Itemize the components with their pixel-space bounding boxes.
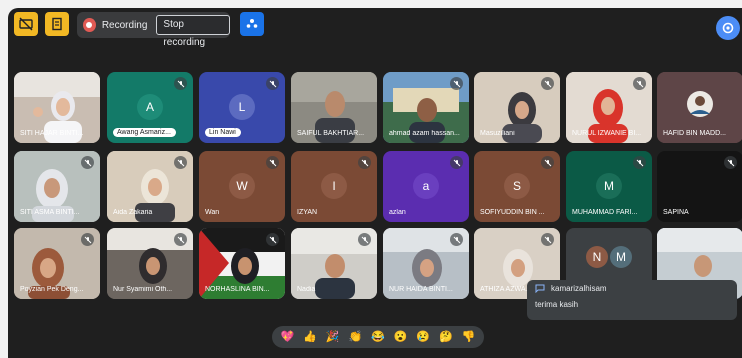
mic-off-icon (724, 156, 737, 169)
mic-off-icon (541, 77, 554, 90)
thinking-reaction-button[interactable]: 🤔 (439, 331, 453, 343)
participant-name: SAPINA (663, 209, 689, 216)
participant-tile[interactable]: Nadia (291, 228, 377, 299)
participant-name: NURUL IZWANIE BI... (572, 130, 642, 137)
participant-avatar: S (504, 173, 530, 199)
mic-off-icon (81, 156, 94, 169)
party-reaction-button[interactable]: 🎉 (326, 331, 340, 343)
thumbs-down-reaction-button[interactable]: 👎 (462, 331, 476, 343)
participant-avatar: L (229, 94, 255, 120)
mic-off-icon (358, 233, 371, 246)
participant-name: SOFIYUDDIN BIN ... (480, 209, 545, 216)
participant-avatar: W (229, 173, 255, 199)
participant-name: Wan (205, 209, 220, 216)
document-icon (52, 17, 62, 31)
mic-off-icon (266, 156, 279, 169)
participant-name: Poyzian Pek Deng... (20, 286, 84, 293)
reactions-bar: 💖 👍 🎉 👏 😂 😮 😢 🤔 👎 (272, 326, 484, 348)
chat-icon (535, 284, 545, 293)
participant-tile[interactable]: Masuziliani (474, 72, 560, 143)
mic-off-icon (174, 233, 187, 246)
mic-off-icon (450, 233, 463, 246)
participant-name: Lin Nawi (205, 128, 241, 137)
stop-recording-button[interactable]: Stop recording (156, 15, 230, 48)
participant-tile[interactable]: ahmad azam hassan... (383, 72, 469, 143)
mic-off-icon (266, 233, 279, 246)
participant-name: IZYAN (297, 209, 318, 216)
participant-tile[interactable]: A Awang Asmariz... (107, 72, 193, 143)
participant-name: Nur Syamimi Oth... (113, 286, 173, 293)
surprised-reaction-button[interactable]: 😮 (394, 331, 408, 343)
sad-reaction-button[interactable]: 😢 (416, 331, 430, 343)
participant-tile[interactable]: Nur Syamimi Oth... (107, 228, 193, 299)
participant-name: Awang Asmariz... (113, 128, 176, 137)
recording-label: Recording (101, 19, 148, 31)
participant-tile[interactable]: NORHASLINA BIN... (199, 228, 285, 299)
participant-tile[interactable]: NUR HAIDA BINTI... (383, 228, 469, 299)
captions-off-icon (19, 17, 33, 31)
lock-meeting-button[interactable] (45, 12, 69, 36)
mic-off-icon (358, 156, 371, 169)
participant-avatar: M (610, 246, 632, 268)
participant-tile[interactable]: Poyzian Pek Deng... (14, 228, 100, 299)
participant-avatar: I (321, 173, 347, 199)
participant-avatar: N (586, 246, 608, 268)
participant-name: SITI HAJAR BINTI... (20, 130, 84, 137)
participant-tile[interactable]: Aida Zakaria (107, 151, 193, 222)
people-icon (246, 19, 258, 28)
clap-reaction-button[interactable]: 👏 (348, 331, 362, 343)
participant-tile[interactable]: I IZYAN (291, 151, 377, 222)
mic-off-icon (81, 233, 94, 246)
participant-name: SAIFUL BAKHTIAR... (297, 130, 365, 137)
mic-off-icon (450, 156, 463, 169)
mic-off-icon (174, 156, 187, 169)
mic-off-icon (266, 77, 279, 90)
participant-tile[interactable]: NURUL IZWANIE BI... (566, 72, 652, 143)
chat-sender: kamarizalhisam (551, 284, 607, 293)
participant-tile[interactable]: L Lin Nawi (199, 72, 285, 143)
participant-name: Nadia (297, 286, 316, 293)
laugh-reaction-button[interactable]: 😂 (371, 331, 385, 343)
mic-off-icon (633, 156, 646, 169)
participant-name: azlan (389, 209, 406, 216)
participant-tile[interactable]: a azlan (383, 151, 469, 222)
mic-off-icon (541, 233, 554, 246)
thumbs-up-reaction-button[interactable]: 👍 (303, 331, 317, 343)
participant-avatar: a (413, 173, 439, 199)
activities-button[interactable] (716, 16, 740, 40)
participant-name: Aida Zakaria (113, 209, 153, 216)
recording-dot-icon (83, 18, 96, 32)
participant-avatar: A (137, 94, 163, 120)
chat-message: terima kasih (535, 300, 579, 309)
participant-tile[interactable]: SITI HAJAR BINTI... (14, 72, 100, 143)
participant-tile[interactable]: SAPINA (657, 151, 742, 222)
mic-off-icon (633, 77, 646, 90)
participant-name: MUHAMMAD FARI... (572, 209, 638, 216)
mic-off-icon (450, 77, 463, 90)
mic-off-icon (174, 77, 187, 90)
participant-tile[interactable]: HAFID BIN MADD... (657, 72, 742, 143)
participant-tile[interactable]: W Wan (199, 151, 285, 222)
participant-tile[interactable]: SAIFUL BAKHTIAR... (291, 72, 377, 143)
recording-indicator: Recording Stop recording (77, 12, 230, 48)
participant-tile[interactable]: S SOFIYUDDIN BIN ... (474, 151, 560, 222)
captions-off-button[interactable] (14, 12, 38, 36)
people-button[interactable] (240, 12, 264, 36)
participant-name: HAFID BIN MADD... (663, 130, 727, 137)
participant-name: NUR HAIDA BINTI... (389, 286, 453, 293)
activities-icon (722, 22, 734, 34)
participant-name: NORHASLINA BIN... (205, 286, 270, 293)
heart-reaction-button[interactable]: 💖 (280, 331, 294, 343)
participant-name: ahmad azam hassan... (389, 130, 460, 137)
participant-tile[interactable]: M MUHAMMAD FARI... (566, 151, 652, 222)
mic-off-icon (541, 156, 554, 169)
chat-notification[interactable]: kamarizalhisam terima kasih (527, 280, 737, 320)
participant-name: Masuziliani (480, 130, 515, 137)
participant-tile[interactable]: SITI ASMA BINTI... (14, 151, 100, 222)
participant-avatar: M (596, 173, 622, 199)
participant-name: SITI ASMA BINTI... (20, 209, 80, 216)
